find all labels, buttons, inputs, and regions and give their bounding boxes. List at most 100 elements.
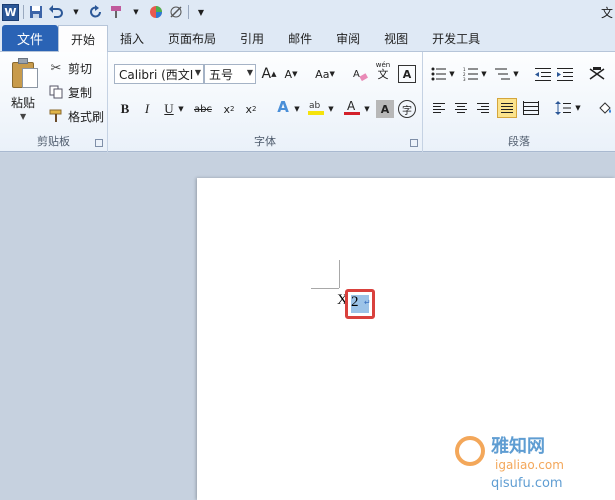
tab-references[interactable]: 引用 [228,25,276,51]
format-painter-button[interactable]: 格式刷 [48,106,104,126]
separator [188,5,189,19]
selection-highlight-box[interactable]: 2 ↵ [345,289,375,319]
save-icon[interactable] [28,3,44,21]
font-group: Calibri (西文I ▼ 五号 ▼ A ▲ A ▼ Aa ▼ A wén 文 A … [108,52,423,152]
char-shading-icon[interactable]: A [376,100,394,118]
font-color-icon[interactable]: A [342,98,362,116]
text-effects-dropdown-icon[interactable]: ▼ [292,100,302,118]
watermark-title: 雅知网 [491,436,545,457]
paste-icon[interactable] [10,58,38,90]
ribbon: 粘贴 ▼ ✂ 剪切 复制 格式刷 剪贴板 Calibri (西文I ▼ 五号 ▼… [0,52,615,152]
phonetic-guide-button[interactable]: wén 文 [373,62,393,81]
tab-home[interactable]: 开始 [58,25,109,52]
word-app-icon[interactable]: W [2,3,19,21]
font-size-value: 五号 [209,67,234,82]
numbering-icon[interactable]: 123 [461,64,481,84]
crop-mark [339,260,340,288]
chinese-layout-icon[interactable] [587,64,607,84]
paste-button[interactable]: 粘贴 [11,94,35,111]
align-right-icon[interactable] [473,98,493,118]
svg-text:3: 3 [463,77,466,81]
font-name-combo[interactable]: Calibri (西文I ▼ [114,64,204,84]
align-left-icon[interactable] [429,98,449,118]
watermark-logo-icon [455,436,485,466]
copy-label: 复制 [68,85,93,100]
tab-file[interactable]: 文件 [2,25,58,51]
highlight-dropdown-icon[interactable]: ▼ [326,100,336,118]
line-spacing-icon[interactable] [553,98,573,118]
paste-dropdown-icon[interactable]: ▼ [20,112,26,121]
chevron-down-icon: ▼ [194,68,201,77]
font-group-label: 字体 [254,135,276,148]
color-wheel-icon[interactable] [148,3,164,21]
tab-view[interactable]: 视图 [372,25,420,51]
underline-dropdown-icon[interactable]: ▼ [176,100,186,118]
grow-font-icon[interactable]: A ▲ [260,65,278,83]
clipboard-group: 粘贴 ▼ ✂ 剪切 复制 格式刷 剪贴板 [0,52,108,152]
change-case-label: Aa [315,67,330,81]
site-watermark: 雅知网 igaliao.com qisufu.com [455,430,615,500]
undo-dropdown-icon[interactable]: ▼ [68,3,84,21]
scissors-icon: ✂ [50,60,62,76]
clear-format-icon[interactable]: A [351,65,369,83]
tab-mailings[interactable]: 邮件 [276,25,324,51]
tab-review[interactable]: 审阅 [324,25,372,51]
paintbrush-icon [48,108,64,124]
copy-icon [48,84,64,100]
redo-icon[interactable] [88,3,104,21]
cut-label: 剪切 [68,61,93,76]
bullets-icon[interactable] [429,64,449,84]
document-title: 文 [600,6,613,20]
undo-icon[interactable] [48,3,64,21]
font-name-value: Calibri (西文I [119,67,194,82]
svg-text:A: A [347,99,356,113]
cut-button[interactable]: ✂ 剪切 [48,58,92,78]
decrease-indent-icon[interactable] [533,64,553,84]
char-border-icon[interactable]: A [398,65,416,83]
chevron-down-icon: ▼ [246,68,253,77]
clipboard-group-label: 剪贴板 [37,135,70,148]
change-case-button[interactable]: Aa ▼ [312,65,338,83]
customize-qat-icon[interactable]: ▼ [193,3,209,21]
distributed-icon[interactable] [521,98,541,118]
qat-dropdown-icon[interactable]: ▼ [128,3,144,21]
increase-indent-icon[interactable] [555,64,575,84]
highlight-icon[interactable]: ab [306,98,326,116]
shrink-font-icon[interactable]: A ▼ [282,65,300,83]
tab-insert[interactable]: 插入 [108,25,156,51]
crop-mark [311,288,339,289]
bullets-dropdown-icon[interactable]: ▼ [447,64,457,84]
justify-icon[interactable] [497,98,517,118]
svg-text:A: A [353,69,360,80]
font-size-combo[interactable]: 五号 ▼ [204,64,256,84]
svg-text:ab: ab [309,101,321,111]
font-launcher-icon[interactable] [410,139,418,147]
multilevel-dropdown-icon[interactable]: ▼ [511,64,521,84]
enclose-char-icon[interactable]: 字 [398,100,416,118]
text-effects-icon[interactable]: A [274,98,292,116]
bold-icon[interactable]: B [116,100,134,118]
shading-bucket-icon[interactable] [595,98,615,118]
paragraph-mark-icon: ↵ [364,298,371,307]
draw-tool-icon[interactable] [168,3,184,21]
watermark-site-2: qisufu.com [491,476,563,491]
copy-button[interactable]: 复制 [48,82,92,102]
selected-text[interactable]: 2 [351,294,359,311]
paragraph-group: ▼ 123 ▼ ▼ ▼ 段落 [423,52,615,152]
subscript-icon[interactable]: x2 [220,100,238,118]
quick-access-toolbar: W ▼ ▼ ▼ 文 [0,0,615,24]
line-spacing-dropdown-icon[interactable]: ▼ [573,98,583,118]
tab-page-layout[interactable]: 页面布局 [156,25,228,51]
superscript-icon[interactable]: x2 [242,100,260,118]
clipboard-launcher-icon[interactable] [95,139,103,147]
format-painter-qat-icon[interactable] [108,3,124,21]
numbering-dropdown-icon[interactable]: ▼ [479,64,489,84]
font-color-dropdown-icon[interactable]: ▼ [362,100,372,118]
multilevel-list-icon[interactable] [493,64,513,84]
paragraph-group-label: 段落 [508,135,530,148]
align-center-icon[interactable] [451,98,471,118]
ribbon-tabs: 文件 开始 插入 页面布局 引用 邮件 审阅 视图 开发工具 [0,24,615,52]
tab-developer[interactable]: 开发工具 [420,25,492,51]
italic-icon[interactable]: I [138,100,156,118]
strikethrough-icon[interactable]: abc [192,100,214,118]
